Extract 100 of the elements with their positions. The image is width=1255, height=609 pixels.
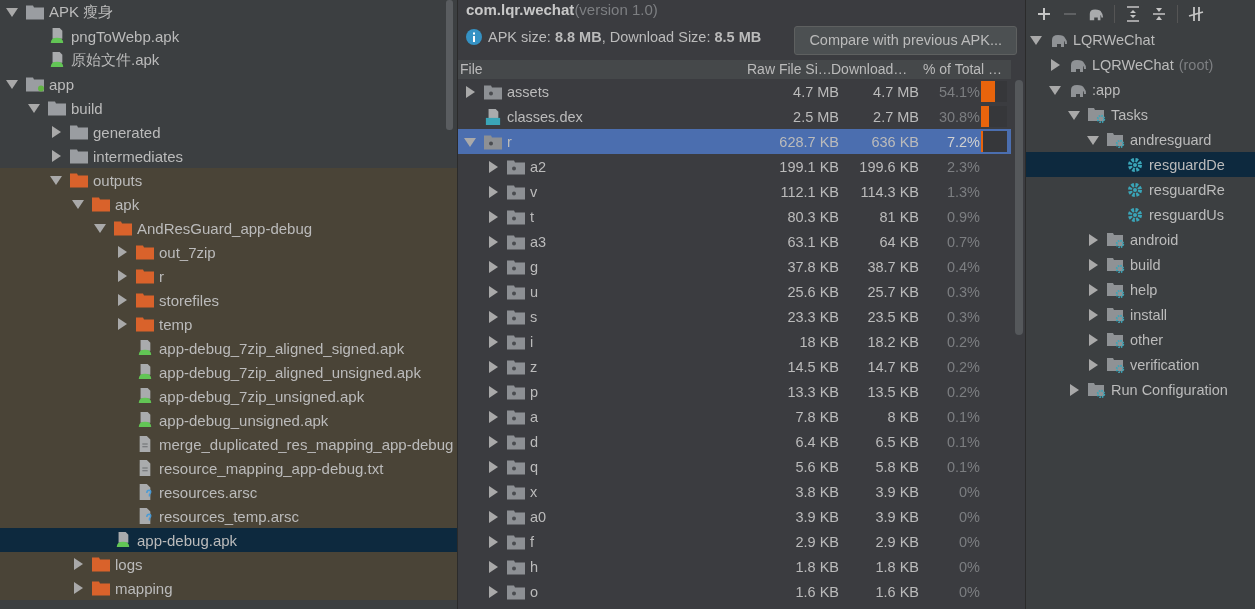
expand-arrow-icon[interactable] bbox=[72, 582, 84, 594]
tree-row[interactable]: out_7zip bbox=[0, 240, 457, 264]
tree-row[interactable]: apk bbox=[0, 192, 457, 216]
tree-row[interactable]: app-debug_unsigned.apk bbox=[0, 408, 457, 432]
tree-row[interactable]: app-debug.apk bbox=[0, 528, 457, 552]
scrollbar-thumb[interactable] bbox=[1015, 80, 1023, 335]
expand-arrow-icon[interactable] bbox=[487, 510, 499, 523]
tree-row[interactable]: temp bbox=[0, 312, 457, 336]
expand-arrow-icon[interactable] bbox=[1068, 383, 1080, 396]
table-cell-text: 0.1% bbox=[945, 433, 980, 450]
expand-arrow-icon[interactable] bbox=[487, 410, 499, 423]
table-cell-text: 14.5 KB bbox=[786, 358, 840, 375]
expand-arrow-icon[interactable] bbox=[487, 385, 499, 398]
expand-arrow-icon[interactable] bbox=[28, 102, 40, 114]
expand-arrow-icon[interactable] bbox=[1087, 283, 1099, 296]
expand-arrow-icon[interactable] bbox=[487, 585, 499, 598]
expand-arrow-icon[interactable] bbox=[1087, 258, 1099, 271]
folder-icon bbox=[507, 433, 525, 450]
expand-arrow-icon[interactable] bbox=[72, 558, 84, 570]
expand-arrow-icon[interactable] bbox=[1087, 233, 1099, 246]
column-header[interactable]: % of Total … bbox=[921, 60, 1011, 79]
expand-arrow-icon[interactable] bbox=[487, 435, 499, 448]
table-cell-text: 8 KB bbox=[886, 408, 920, 425]
file-name: a3 bbox=[530, 233, 547, 250]
expand-arrow-icon[interactable] bbox=[1049, 83, 1061, 96]
expand-arrow-icon[interactable] bbox=[94, 222, 106, 234]
table-cell-text: 14.7 KB bbox=[866, 358, 920, 375]
table-cell-text: 0.2% bbox=[945, 333, 980, 350]
tree-row[interactable]: app-debug_7zip_aligned_signed.apk bbox=[0, 336, 457, 360]
expand-arrow-icon[interactable] bbox=[116, 318, 128, 330]
expand-arrow-icon[interactable] bbox=[1049, 58, 1061, 71]
column-header[interactable]: Raw File Si… bbox=[745, 60, 829, 79]
file-name: h bbox=[530, 558, 539, 575]
collapse-all-icon[interactable] bbox=[1151, 5, 1167, 22]
task-name: :app bbox=[1092, 81, 1121, 98]
expand-arrow-icon[interactable] bbox=[487, 335, 499, 348]
tree-row[interactable]: mapping bbox=[0, 576, 457, 600]
expand-arrow-icon[interactable] bbox=[6, 78, 18, 90]
expand-arrow-icon[interactable] bbox=[1030, 33, 1042, 46]
expand-arrow-icon[interactable] bbox=[116, 270, 128, 282]
tree-row[interactable]: r bbox=[0, 264, 457, 288]
expand-arrow-icon[interactable] bbox=[487, 460, 499, 473]
tree-row[interactable]: app-debug_7zip_unsigned.apk bbox=[0, 384, 457, 408]
file-name: i bbox=[530, 333, 534, 350]
tree-row[interactable]: resources_temp.arsc bbox=[0, 504, 457, 528]
expand-arrow-icon[interactable] bbox=[487, 485, 499, 498]
tree-row[interactable]: app-debug_7zip_aligned_unsigned.apk bbox=[0, 360, 457, 384]
tree-row[interactable]: resguardDe bbox=[1026, 152, 1255, 177]
expand-arrow-icon[interactable] bbox=[464, 85, 476, 98]
file-name: app-debug_7zip_unsigned.apk bbox=[159, 387, 365, 405]
expand-arrow-icon[interactable] bbox=[487, 535, 499, 548]
table-cell-text: 0.1% bbox=[945, 408, 980, 425]
table-cell-text: 80.3 KB bbox=[786, 208, 840, 225]
table-cell-text: 23.5 KB bbox=[866, 308, 920, 325]
compare-button[interactable]: Compare with previous APK... bbox=[794, 25, 1017, 55]
expand-all-icon[interactable] bbox=[1125, 5, 1141, 22]
expand-arrow-icon[interactable] bbox=[487, 310, 499, 323]
file-name: a bbox=[530, 408, 539, 425]
expand-arrow-icon[interactable] bbox=[487, 160, 499, 173]
tree-row[interactable]: AndResGuard_app-debug bbox=[0, 216, 457, 240]
file-name: app bbox=[49, 75, 75, 93]
column-header[interactable]: File bbox=[458, 60, 745, 79]
table-row[interactable]: r 628.7 KB 636 KB 7.2% bbox=[458, 129, 1011, 154]
table-cell-text: 628.7 KB bbox=[778, 133, 840, 150]
column-header[interactable]: Download… bbox=[829, 60, 921, 79]
tree-row[interactable]: storefiles bbox=[0, 288, 457, 312]
expand-arrow-icon[interactable] bbox=[487, 235, 499, 248]
expand-arrow-icon[interactable] bbox=[487, 285, 499, 298]
tree-row[interactable]: resource_mapping_app-debug.txt bbox=[0, 456, 457, 480]
expand-arrow-icon[interactable] bbox=[487, 210, 499, 223]
expand-arrow-icon[interactable] bbox=[1087, 308, 1099, 321]
expand-arrow-icon[interactable] bbox=[487, 360, 499, 373]
scrollbar-thumb[interactable] bbox=[446, 0, 453, 130]
expand-arrow-icon[interactable] bbox=[116, 294, 128, 306]
folder-icon bbox=[507, 183, 525, 200]
tree-row[interactable]: outputs bbox=[0, 168, 457, 192]
task-name: install bbox=[1130, 306, 1168, 323]
expand-arrow-icon[interactable] bbox=[50, 126, 62, 138]
expand-arrow-icon[interactable] bbox=[1087, 358, 1099, 371]
expand-arrow-icon[interactable] bbox=[50, 174, 62, 186]
expand-arrow-icon[interactable] bbox=[487, 260, 499, 273]
expand-arrow-icon[interactable] bbox=[487, 560, 499, 573]
expand-arrow-icon[interactable] bbox=[50, 150, 62, 162]
tree-row[interactable]: logs bbox=[0, 552, 457, 576]
folder-icon bbox=[507, 283, 525, 300]
tree-row[interactable]: resources.arsc bbox=[0, 480, 457, 504]
add-icon[interactable] bbox=[1036, 5, 1052, 22]
root-label: (root) bbox=[1178, 56, 1214, 73]
tree-row[interactable]: merge_duplicated_res_mapping_app-debug bbox=[0, 432, 457, 456]
expand-arrow-icon[interactable] bbox=[1087, 133, 1099, 146]
expand-arrow-icon[interactable] bbox=[487, 185, 499, 198]
folder-icon bbox=[48, 100, 66, 116]
expand-arrow-icon[interactable] bbox=[6, 6, 18, 18]
expand-arrow-icon[interactable] bbox=[1087, 333, 1099, 346]
expand-arrow-icon[interactable] bbox=[72, 198, 84, 210]
expand-arrow-icon[interactable] bbox=[1068, 108, 1080, 121]
folder-icon bbox=[70, 124, 88, 140]
expand-arrow-icon[interactable] bbox=[116, 246, 128, 258]
table-cell-text: 7.8 KB bbox=[794, 408, 840, 425]
table-cell-text: 4.7 MB bbox=[792, 83, 840, 100]
